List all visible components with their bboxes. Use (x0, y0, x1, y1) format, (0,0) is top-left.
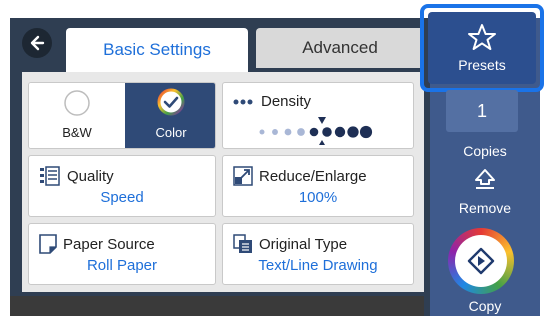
paper-icon (39, 234, 57, 254)
density-card[interactable]: Density (222, 82, 414, 149)
copy-button-face[interactable] (455, 235, 507, 287)
density-dot (259, 129, 265, 135)
eject-icon (475, 169, 495, 189)
density-dot (322, 127, 332, 137)
reduce-enlarge-card[interactable]: Reduce/Enlarge 100% (222, 155, 414, 217)
bottom-bar (10, 296, 424, 316)
density-dot (359, 125, 373, 139)
document-type-icon (233, 234, 252, 253)
reduce-enlarge-value: 100% (298, 189, 338, 206)
density-title: Density (261, 93, 312, 110)
density-dot (334, 126, 346, 138)
paper-source-card[interactable]: Paper Source Roll Paper (28, 223, 216, 285)
start-diamond-icon (467, 247, 495, 275)
density-dot (309, 127, 319, 137)
quality-icon (40, 166, 60, 186)
density-dot (284, 128, 292, 136)
quality-value: Speed (100, 189, 144, 206)
original-type-value: Text/Line Drawing (258, 257, 378, 274)
paper-source-value: Roll Paper (86, 257, 158, 274)
back-arrow-icon (30, 35, 45, 51)
original-type-card[interactable]: Original Type Text/Line Drawing (222, 223, 414, 285)
color-option[interactable]: Color (125, 83, 215, 148)
paper-source-title-row: Paper Source (39, 234, 155, 254)
copies-input[interactable]: 1 (446, 90, 518, 132)
quality-card[interactable]: Quality Speed (28, 155, 216, 217)
copy-label: Copy (468, 298, 502, 314)
quality-title: Quality (67, 167, 114, 185)
color-mode-selector: B&W Color (28, 82, 216, 149)
original-type-title-row: Original Type (233, 234, 347, 254)
presets-highlight (420, 4, 544, 92)
paper-source-title: Paper Source (63, 235, 155, 253)
remove-button[interactable]: Remove (430, 164, 540, 220)
bw-option[interactable]: B&W (29, 83, 125, 148)
copies-label: Copies (463, 143, 507, 159)
density-scale (259, 117, 373, 145)
reduce-enlarge-title-row: Reduce/Enlarge (233, 166, 367, 186)
density-dot (297, 128, 305, 136)
density-marker (318, 117, 326, 124)
bw-radio-icon (64, 90, 90, 116)
copies-value: 1 (476, 100, 487, 121)
tab-advanced[interactable]: Advanced (256, 28, 424, 68)
bw-label: B&W (62, 125, 92, 140)
tab-basic-label: Basic Settings (103, 40, 211, 59)
color-label: Color (155, 125, 187, 140)
resize-icon (233, 166, 253, 186)
density-dot (347, 126, 359, 138)
density-dots-icon (233, 99, 253, 104)
tab-advanced-label: Advanced (302, 38, 378, 57)
tab-basic-settings[interactable]: Basic Settings (66, 28, 248, 72)
quality-title-row: Quality (39, 166, 114, 186)
basic-settings-area: B&W Color Density Quality Speed Reduce/E… (22, 72, 424, 292)
remove-label: Remove (458, 200, 512, 216)
back-button[interactable] (22, 28, 52, 58)
reduce-enlarge-title: Reduce/Enlarge (259, 167, 367, 185)
density-title-row: Density (233, 93, 311, 110)
color-selected-icon (157, 88, 185, 116)
original-type-title: Original Type (259, 235, 348, 253)
density-dot (272, 129, 278, 135)
